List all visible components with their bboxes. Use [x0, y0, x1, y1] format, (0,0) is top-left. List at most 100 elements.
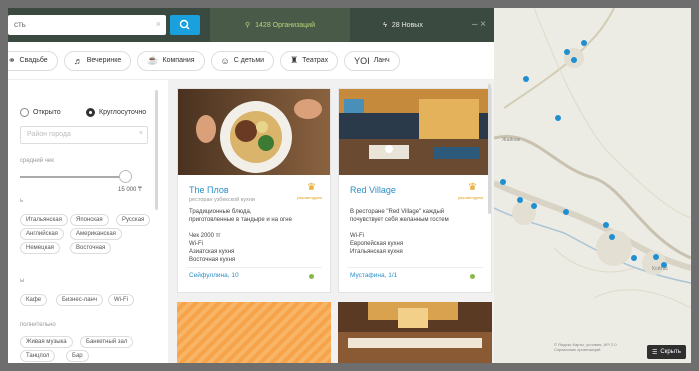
open-now-label: Открыто — [33, 109, 61, 116]
allday-option[interactable]: Круглосуточно — [86, 108, 146, 117]
venue-address[interactable]: Мустафина, 1/1 — [350, 272, 397, 279]
allday-label: Круглосуточно — [99, 109, 147, 116]
map-canvas: Жайнак Койтас — [494, 8, 691, 363]
filter-chip-label: Вечеринке — [86, 57, 122, 64]
clear-search-icon[interactable]: × — [156, 19, 161, 29]
price-slider-track[interactable] — [20, 176, 130, 178]
tab-organizations-label: 1428 Организаций — [255, 21, 315, 29]
tab-new[interactable]: ϟ 28 Новых — [358, 8, 448, 42]
open-status-dot — [470, 274, 475, 279]
search-input[interactable]: сть × — [8, 15, 166, 35]
filter-tag[interactable]: Кафе — [20, 294, 48, 306]
filter-tag[interactable]: Восточная — [70, 242, 112, 254]
filter-tag[interactable]: Американская — [70, 228, 122, 240]
filter-tag[interactable]: Бар — [66, 350, 89, 362]
venue-feature: Итальянская кухня — [350, 249, 403, 255]
recommended-badge: рекомендуем — [458, 195, 483, 200]
open-now-option[interactable]: Открыто — [20, 108, 61, 117]
theater-icon: ♜ — [290, 55, 299, 65]
venue-card[interactable] — [338, 302, 492, 363]
filter-chip-theater[interactable]: ♜ Театрах — [280, 50, 339, 71]
results-grid: The Плов ресторан узбекской кухни ♛ реко… — [168, 80, 494, 363]
extras-label: полнительно — [20, 322, 56, 328]
venue-name[interactable]: The Плов — [189, 185, 229, 195]
tab-new-label: 28 Новых — [391, 21, 423, 29]
filter-tag[interactable]: Танцпол — [20, 350, 56, 362]
filter-tag[interactable]: Банкетный зал — [80, 336, 134, 348]
venue-card[interactable]: The Плов ресторан узбекской кухни ♛ реко… — [177, 88, 331, 293]
clear-icon[interactable]: × — [139, 130, 143, 137]
venue-description: Традиционные блюда, — [189, 209, 252, 215]
venue-card[interactable] — [177, 302, 331, 363]
rings-icon: ⚭ — [8, 55, 16, 65]
crown-icon: ♛ — [468, 182, 477, 193]
venue-photo — [178, 89, 330, 175]
price-slider-value: 15 000 ₸ — [118, 187, 142, 193]
pin-icon: ⚲ — [245, 22, 251, 29]
filter-chip-label: Театрах — [302, 57, 329, 64]
search-button[interactable] — [170, 15, 200, 35]
radio-icon — [86, 108, 95, 117]
filter-tag[interactable]: Итальянская — [20, 214, 68, 226]
section-label: ы — [20, 278, 25, 284]
venue-card[interactable]: Red Village ♛ рекомендуем В ресторане "R… — [338, 88, 492, 293]
crown-icon: ♛ — [307, 182, 316, 193]
venue-photo — [338, 302, 492, 363]
filter-tag[interactable]: Живая музыка — [20, 336, 73, 348]
results-panel: сть × ⚲ 1428 Организаций ϟ 28 Новых – × … — [8, 8, 494, 363]
filter-chip-label: Свадьбе — [19, 57, 48, 64]
party-icon: ♬ — [73, 55, 83, 66]
app-window: Жайнак Койтас © Яндекс Карты, условия, A… — [8, 8, 691, 363]
venue-description: почувствует себя желанным гостем — [350, 217, 449, 223]
venue-photo — [339, 89, 491, 175]
results-scrollbar[interactable] — [488, 84, 491, 214]
svg-text:Жайнак: Жайнак — [502, 136, 521, 143]
venue-feature: Восточная кухня — [189, 257, 236, 263]
filter-tag[interactable]: Русская — [116, 214, 151, 226]
filter-tag[interactable]: Японская — [70, 214, 109, 226]
filter-chip-label: Компания — [162, 57, 195, 64]
venue-feature: Чек 2000 тг — [189, 233, 221, 239]
tab-organizations[interactable]: ⚲ 1428 Организаций — [210, 8, 350, 42]
venue-address[interactable]: Сейфуллина, 10 — [189, 272, 239, 279]
map[interactable]: Жайнак Койтас © Яндекс Карты, условия, A… — [494, 8, 691, 363]
average-check-label: средний чек — [20, 158, 54, 164]
screenshot-frame: Жайнак Койтас © Яндекс Карты, условия, A… — [0, 0, 699, 371]
lunch-icon: YOI — [354, 55, 370, 66]
svg-text:Койтас: Койтас — [652, 265, 669, 272]
price-slider-handle[interactable] — [118, 170, 132, 183]
filter-chip-rings[interactable]: ⚭ Свадьбе — [8, 50, 58, 71]
filter-tag[interactable]: Бизнес-ланч — [56, 294, 103, 306]
filter-tag[interactable]: Английская — [20, 228, 64, 240]
venue-feature: Европейская кухня — [350, 241, 404, 247]
filter-chip-label: С детьми — [233, 57, 265, 64]
search-input-value: сть — [14, 20, 26, 29]
open-status-dot — [309, 274, 314, 279]
venue-description: В ресторане "Red Village" каждый — [350, 209, 445, 215]
bars-icon: ☰ — [652, 349, 658, 356]
venue-name[interactable]: Red Village — [350, 185, 396, 195]
plov-photo — [178, 89, 330, 175]
section-label: ь — [20, 198, 24, 204]
district-placeholder: Район города — [27, 131, 71, 138]
red-village-photo — [339, 89, 491, 175]
sidebar-scrollbar[interactable] — [155, 90, 158, 210]
venue-subtitle: ресторан узбекской кухни — [189, 197, 255, 203]
company-icon: ☕ — [147, 55, 159, 65]
filter-chip-kids[interactable]: ☺ С детьми — [210, 50, 275, 71]
hide-map-button[interactable]: ☰ Скрыть — [647, 345, 686, 359]
lightning-icon: ϟ — [383, 21, 387, 29]
map-credit-line[interactable]: Справочник организаций — [554, 347, 617, 352]
district-input[interactable]: Район города × — [20, 126, 148, 144]
filter-chip-label: Ланч — [373, 57, 390, 64]
filter-chip-lunch[interactable]: YOI Ланч — [344, 50, 400, 71]
close-icon[interactable]: – × — [472, 19, 486, 30]
recommended-badge: рекомендуем — [297, 195, 322, 200]
filter-chip-party[interactable]: ♬ Вечеринке — [63, 50, 132, 71]
filter-tag[interactable]: Немецкая — [20, 242, 60, 254]
filter-chip-company[interactable]: ☕ Компания — [137, 50, 205, 71]
divider — [347, 267, 483, 268]
venue-feature: Wi-Fi — [189, 241, 203, 247]
filter-tag[interactable]: Wi-Fi — [108, 294, 134, 306]
top-bar: сть × ⚲ 1428 Организаций ϟ 28 Новых – × — [8, 8, 494, 42]
